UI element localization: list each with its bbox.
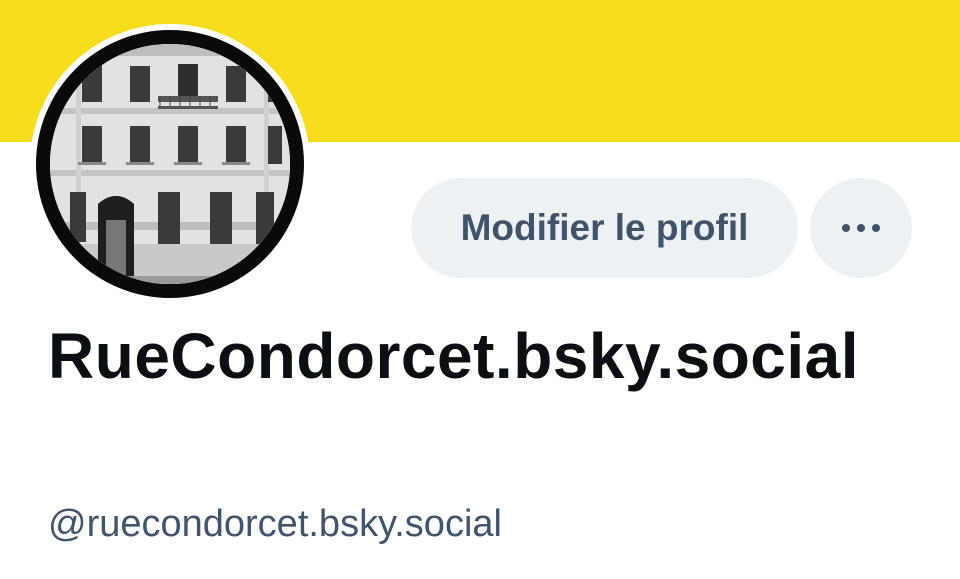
ellipsis-icon xyxy=(842,224,880,232)
display-name: RueCondorcet.bsky.social xyxy=(48,320,860,392)
more-options-button[interactable] xyxy=(810,178,912,278)
profile-header: Modifier le profil RueCondorcet.bsky.soc… xyxy=(0,0,960,579)
avatar-building-photo xyxy=(50,44,290,284)
user-handle: @ruecondorcet.bsky.social xyxy=(48,503,502,545)
ellipsis-dot xyxy=(842,224,850,232)
edit-profile-button[interactable]: Modifier le profil xyxy=(411,178,798,278)
ellipsis-dot xyxy=(872,224,880,232)
ellipsis-dot xyxy=(857,224,865,232)
avatar[interactable] xyxy=(30,24,310,304)
building-photo-icon xyxy=(50,44,290,284)
